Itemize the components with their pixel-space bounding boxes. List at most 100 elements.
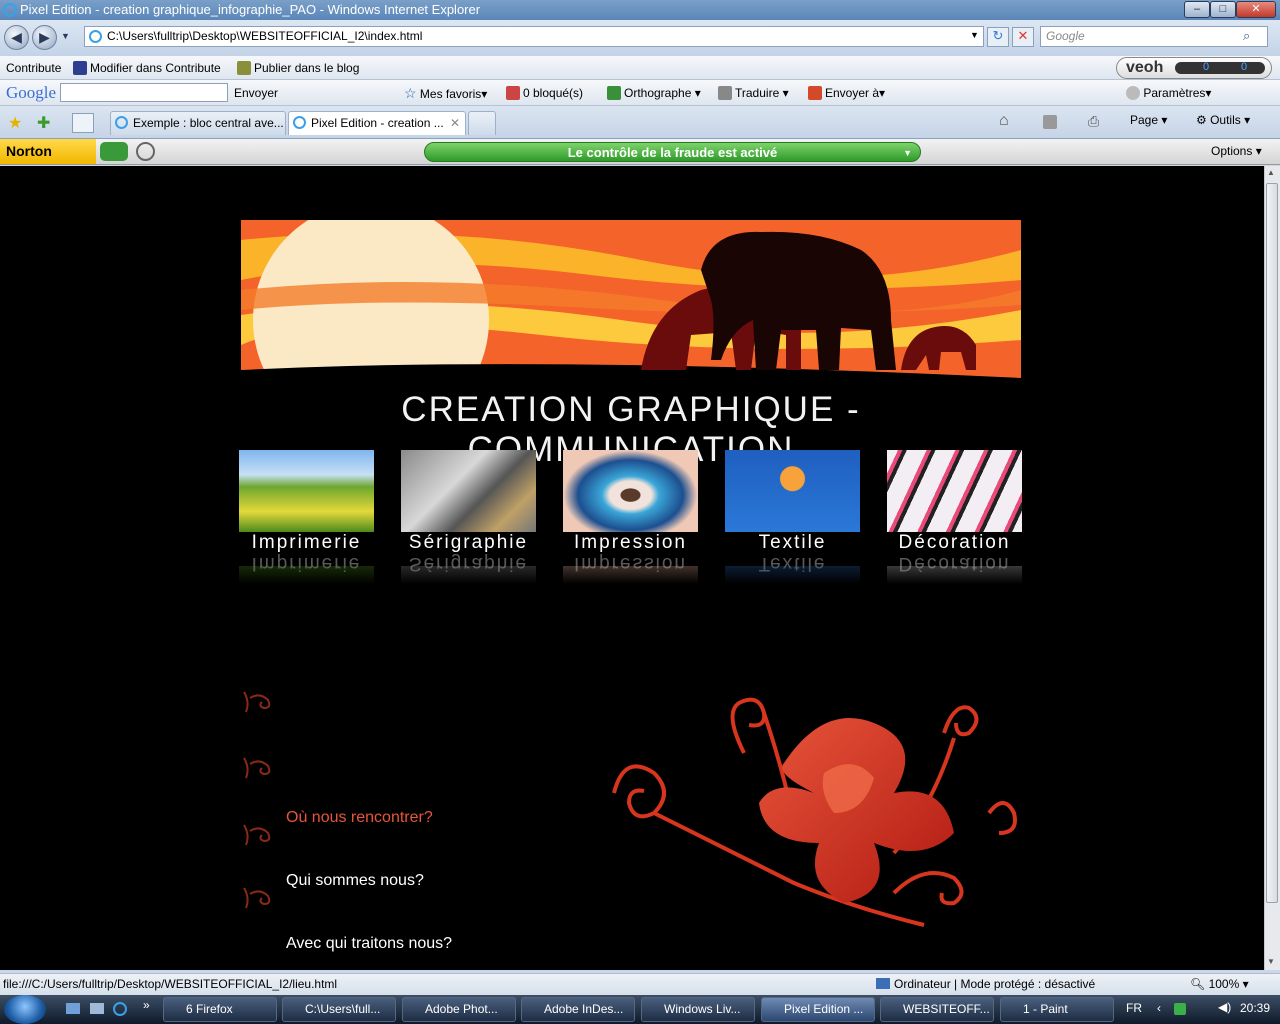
fraud-control-status[interactable]: Le contrôle de la fraude est activé ▼ — [424, 142, 921, 162]
impression-reflection — [563, 566, 698, 584]
task-label: 6 Firefox — [186, 1002, 233, 1016]
spellcheck-button[interactable]: Orthographe ▾ — [607, 81, 701, 105]
contribute-icon — [73, 61, 87, 75]
favorites-center-icon[interactable]: ★ — [8, 113, 22, 133]
modify-contribute-button[interactable]: Modifier dans Contribute — [73, 56, 221, 80]
send-to-button[interactable]: Envoyer à▾ — [808, 81, 885, 105]
tab-label: Exemple : bloc central ave... — [133, 116, 284, 130]
spellcheck-label: Orthographe — [624, 86, 692, 100]
volume-icon[interactable]: ◀) — [1218, 1000, 1231, 1014]
print-icon[interactable]: ⎙ — [1088, 113, 1099, 130]
category-impression[interactable]: Impression Impression — [563, 450, 698, 590]
switch-windows-icon[interactable] — [90, 1003, 104, 1014]
link-ou-nous-rencontrer[interactable]: Où nous rencontrer? — [286, 809, 433, 827]
task-windows-live[interactable]: Windows Liv... — [641, 997, 755, 1022]
maximize-button[interactable]: □ — [1210, 1, 1236, 18]
category-textile[interactable]: Textile Textile — [725, 450, 860, 590]
search-input[interactable]: Google — [1040, 26, 1268, 47]
task-pixel-edition[interactable]: Pixel Edition ... — [761, 997, 875, 1022]
tab-pixel-edition[interactable]: Pixel Edition - creation ... ✕ — [288, 111, 466, 135]
google-send-button[interactable]: Envoyer — [234, 81, 278, 105]
address-dropdown-icon[interactable]: ▼ — [970, 30, 979, 40]
norton-globe-icon[interactable] — [136, 142, 155, 161]
task-label: Adobe InDes... — [544, 1002, 624, 1016]
task-label: WEBSITEOFF... — [903, 1002, 990, 1016]
imprimerie-image — [239, 450, 374, 532]
feeds-icon[interactable] — [1043, 115, 1057, 129]
task-label: Adobe Phot... — [425, 1002, 498, 1016]
zoom-label: 100% — [1208, 977, 1240, 991]
status-bar: file:///C:/Users/fulltrip/Desktop/WEBSIT… — [0, 973, 1280, 995]
task-photoshop[interactable]: Adobe Phot... — [402, 997, 516, 1022]
language-indicator[interactable]: FR — [1126, 1001, 1142, 1015]
translate-icon — [718, 86, 732, 100]
scrollbar-thumb[interactable] — [1266, 183, 1278, 903]
norton-options[interactable]: Options ▾ — [1211, 139, 1262, 164]
fraud-dropdown-icon[interactable]: ▼ — [903, 143, 912, 163]
tab-page-icon — [293, 116, 306, 129]
refresh-icon[interactable]: ↻ — [987, 27, 1009, 47]
clock[interactable]: 20:39 — [1240, 1001, 1270, 1015]
google-search-input[interactable] — [60, 83, 228, 102]
impression-image — [563, 450, 698, 532]
send-to-label: Envoyer à — [825, 86, 880, 100]
task-paint[interactable]: 1 - Paint — [1000, 997, 1114, 1022]
serigraphie-image — [401, 450, 536, 532]
link-avec-qui-traitons-nous[interactable]: Avec qui traitons nous? — [286, 935, 452, 953]
start-button[interactable] — [4, 995, 46, 1024]
decoration-reflection — [887, 566, 1022, 584]
favorites-label: Mes favoris — [419, 87, 482, 101]
spellcheck-icon — [607, 86, 621, 100]
tray-expand-icon[interactable]: ‹ — [1157, 1001, 1161, 1015]
tab-close-icon[interactable]: ✕ — [450, 112, 460, 134]
tools-menu[interactable]: ⚙ Outils ▾ — [1196, 113, 1250, 127]
settings-button[interactable]: Paramètres▾ — [1126, 81, 1211, 105]
veoh-toolbar[interactable]: veoh 0 0 — [1116, 57, 1272, 79]
zoom-control[interactable]: 🔍︎ 100% ▾ — [1190, 974, 1249, 995]
history-dropdown-icon[interactable]: ▼ — [61, 31, 70, 41]
stop-icon[interactable]: ✕ — [1012, 27, 1034, 47]
norton-computer-icon[interactable] — [100, 142, 128, 161]
swirl-bullet-icon — [243, 824, 271, 846]
veoh-counter-bar — [1175, 62, 1265, 74]
task-websiteofficial[interactable]: WEBSITEOFF... — [880, 997, 994, 1022]
scroll-down-icon[interactable]: ▼ — [1267, 957, 1275, 966]
category-serigraphie[interactable]: Sérigraphie Sérigraphie — [401, 450, 536, 590]
swirl-bullet-icon — [243, 887, 271, 909]
translate-button[interactable]: Traduire ▾ — [718, 81, 789, 105]
task-firefox[interactable]: 6 Firefox — [163, 997, 277, 1022]
task-indesign[interactable]: Adobe InDes... — [521, 997, 635, 1022]
category-imprimerie[interactable]: Imprimerie Imprimerie — [239, 450, 374, 590]
category-decoration[interactable]: Décoration Décoration — [887, 450, 1022, 590]
tab-exemple[interactable]: Exemple : bloc central ave... — [110, 111, 286, 135]
veoh-feed-count: 0 — [1241, 61, 1248, 73]
quick-tabs-icon[interactable] — [72, 113, 94, 133]
add-favorite-icon[interactable]: ✚ — [37, 113, 50, 133]
home-icon[interactable]: ⌂ — [999, 112, 1009, 130]
back-button[interactable]: ◀ — [4, 25, 29, 50]
task-label: Windows Liv... — [664, 1002, 741, 1016]
address-input[interactable]: C:\Users\fulltrip\Desktop\WEBSITEOFFICIA… — [84, 26, 984, 47]
forward-button[interactable]: ▶ — [32, 25, 57, 50]
link-qui-sommes-nous[interactable]: Qui sommes nous? — [286, 872, 424, 890]
task-explorer[interactable]: C:\Users\full... — [282, 997, 396, 1022]
imprimerie-reflection — [239, 566, 374, 584]
contribute-button[interactable]: Contribute — [6, 56, 61, 80]
translate-label: Traduire — [735, 86, 780, 100]
ie-quicklaunch-icon[interactable] — [113, 1002, 127, 1016]
category-label: Sérigraphie — [408, 532, 529, 553]
search-icon[interactable]: ⌕ — [1243, 28, 1250, 44]
close-button[interactable]: ✕ — [1236, 1, 1276, 18]
scroll-up-icon[interactable]: ▲ — [1267, 168, 1275, 177]
minimize-button[interactable]: – — [1184, 1, 1210, 18]
modify-label: Modifier dans Contribute — [90, 61, 221, 75]
quicklaunch-more-icon[interactable]: » — [143, 998, 150, 1012]
favorites-button[interactable]: ☆ Mes favoris▾ — [404, 81, 487, 106]
popup-blocker-button[interactable]: 0 bloqué(s) — [506, 81, 583, 105]
publish-blog-button[interactable]: Publier dans le blog — [237, 56, 359, 80]
show-desktop-icon[interactable] — [66, 1003, 80, 1014]
send-icon — [808, 86, 822, 100]
new-tab-button[interactable] — [468, 111, 496, 135]
category-label: Imprimerie — [251, 532, 362, 553]
page-menu[interactable]: Page ▾ — [1130, 113, 1167, 127]
